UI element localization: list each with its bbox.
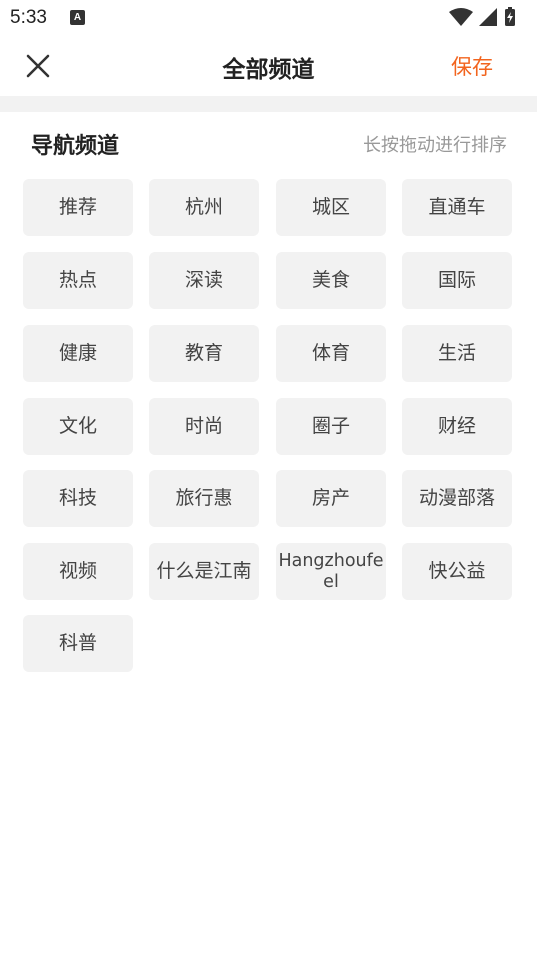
channel-chip[interactable]: 财经 — [402, 398, 512, 455]
channel-chip[interactable]: 文化 — [23, 398, 133, 455]
status-bar: 5:33 A — [0, 0, 537, 36]
wifi-icon — [449, 8, 473, 26]
status-time: 5:33 — [10, 7, 47, 28]
signal-icon — [479, 8, 497, 26]
status-icons — [449, 7, 515, 26]
channel-chip[interactable]: 城区 — [276, 179, 386, 236]
channel-chip[interactable]: 快公益 — [402, 543, 512, 600]
channel-chip[interactable]: 房产 — [276, 470, 386, 527]
channel-chip[interactable]: 圈子 — [276, 398, 386, 455]
channel-chip[interactable]: 国际 — [402, 252, 512, 309]
channel-chip[interactable]: 时尚 — [149, 398, 259, 455]
channel-chip[interactable]: Hangzhoufeel — [276, 543, 386, 600]
channel-chip[interactable]: 视频 — [23, 543, 133, 600]
channel-chip[interactable]: 科普 — [23, 615, 133, 672]
channel-chip[interactable]: 科技 — [23, 470, 133, 527]
channel-chip[interactable]: 生活 — [402, 325, 512, 382]
channel-chip[interactable]: 深读 — [149, 252, 259, 309]
channel-chip[interactable]: 旅行惠 — [149, 470, 259, 527]
battery-icon — [505, 7, 515, 26]
channel-chip[interactable]: 动漫部落 — [402, 470, 512, 527]
sort-hint: 长按拖动进行排序 — [363, 135, 507, 156]
section-header: 导航频道 长按拖动进行排序 — [0, 112, 537, 172]
divider — [0, 96, 537, 112]
channel-chip[interactable]: 教育 — [149, 325, 259, 382]
channel-chip[interactable]: 体育 — [276, 325, 386, 382]
notification-icon: A — [70, 10, 85, 25]
channel-chip[interactable]: 推荐 — [23, 179, 133, 236]
channel-chip[interactable]: 热点 — [23, 252, 133, 309]
channel-chip[interactable]: 杭州 — [149, 179, 259, 236]
channel-chip[interactable]: 什么是江南 — [149, 543, 259, 600]
top-app-bar: 全部频道 保存 — [0, 36, 537, 96]
section-title: 导航频道 — [31, 134, 120, 159]
channel-chip[interactable]: 直通车 — [402, 179, 512, 236]
channel-chip[interactable]: 健康 — [23, 325, 133, 382]
channel-chip[interactable]: 美食 — [276, 252, 386, 309]
save-button[interactable]: 保存 — [451, 51, 493, 81]
